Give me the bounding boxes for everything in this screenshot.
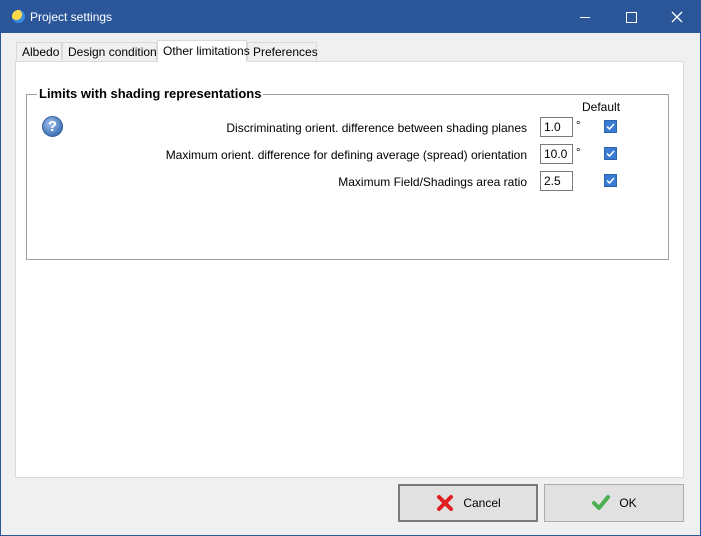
- row-label-field-shadings-ratio: Maximum Field/Shadings area ratio: [338, 175, 527, 189]
- max-orient-difference-input[interactable]: [540, 144, 573, 164]
- app-logo-icon: [12, 10, 25, 23]
- default-checkbox-3[interactable]: [604, 174, 617, 187]
- maximize-icon: [625, 11, 637, 23]
- tab-preferences[interactable]: Preferences: [247, 42, 318, 60]
- ok-button[interactable]: OK: [544, 484, 684, 522]
- default-checkbox-2[interactable]: [604, 147, 617, 160]
- title-bar[interactable]: Project settings: [1, 1, 700, 33]
- cancel-label: Cancel: [463, 496, 501, 510]
- window-title: Project settings: [30, 10, 113, 24]
- default-column-label: Default: [582, 100, 621, 114]
- close-button[interactable]: [654, 1, 700, 33]
- checkmark-icon: [606, 150, 615, 158]
- row-label-discriminating-orient: Discriminating orient. difference betwee…: [226, 121, 527, 135]
- green-check-icon: [592, 495, 611, 510]
- project-settings-window: Project settings Albedo Design condition…: [0, 0, 701, 536]
- ok-label: OK: [619, 496, 637, 510]
- discriminating-orient-input[interactable]: [540, 117, 573, 137]
- tab-albedo[interactable]: Albedo: [16, 42, 62, 60]
- checkmark-icon: [606, 177, 615, 185]
- unit-degrees-1: °: [576, 120, 581, 132]
- row-label-max-orient-difference: Maximum orient. difference for defining …: [165, 148, 527, 162]
- minimize-button[interactable]: [562, 1, 608, 33]
- minimize-icon: [580, 16, 590, 18]
- checkmark-icon: [606, 123, 615, 131]
- cancel-button[interactable]: Cancel: [398, 484, 538, 522]
- help-icon[interactable]: ?: [42, 116, 63, 137]
- field-shadings-ratio-input[interactable]: [540, 171, 573, 191]
- tab-design-conditions[interactable]: Design conditions: [62, 42, 163, 60]
- group-title: Limits with shading representations: [37, 86, 264, 101]
- tab-other-limitations[interactable]: Other limitations: [157, 40, 250, 62]
- close-icon: [671, 11, 683, 23]
- unit-degrees-2: °: [576, 147, 581, 159]
- default-checkbox-1[interactable]: [604, 120, 617, 133]
- red-x-icon: [437, 495, 454, 511]
- maximize-button[interactable]: [608, 1, 654, 33]
